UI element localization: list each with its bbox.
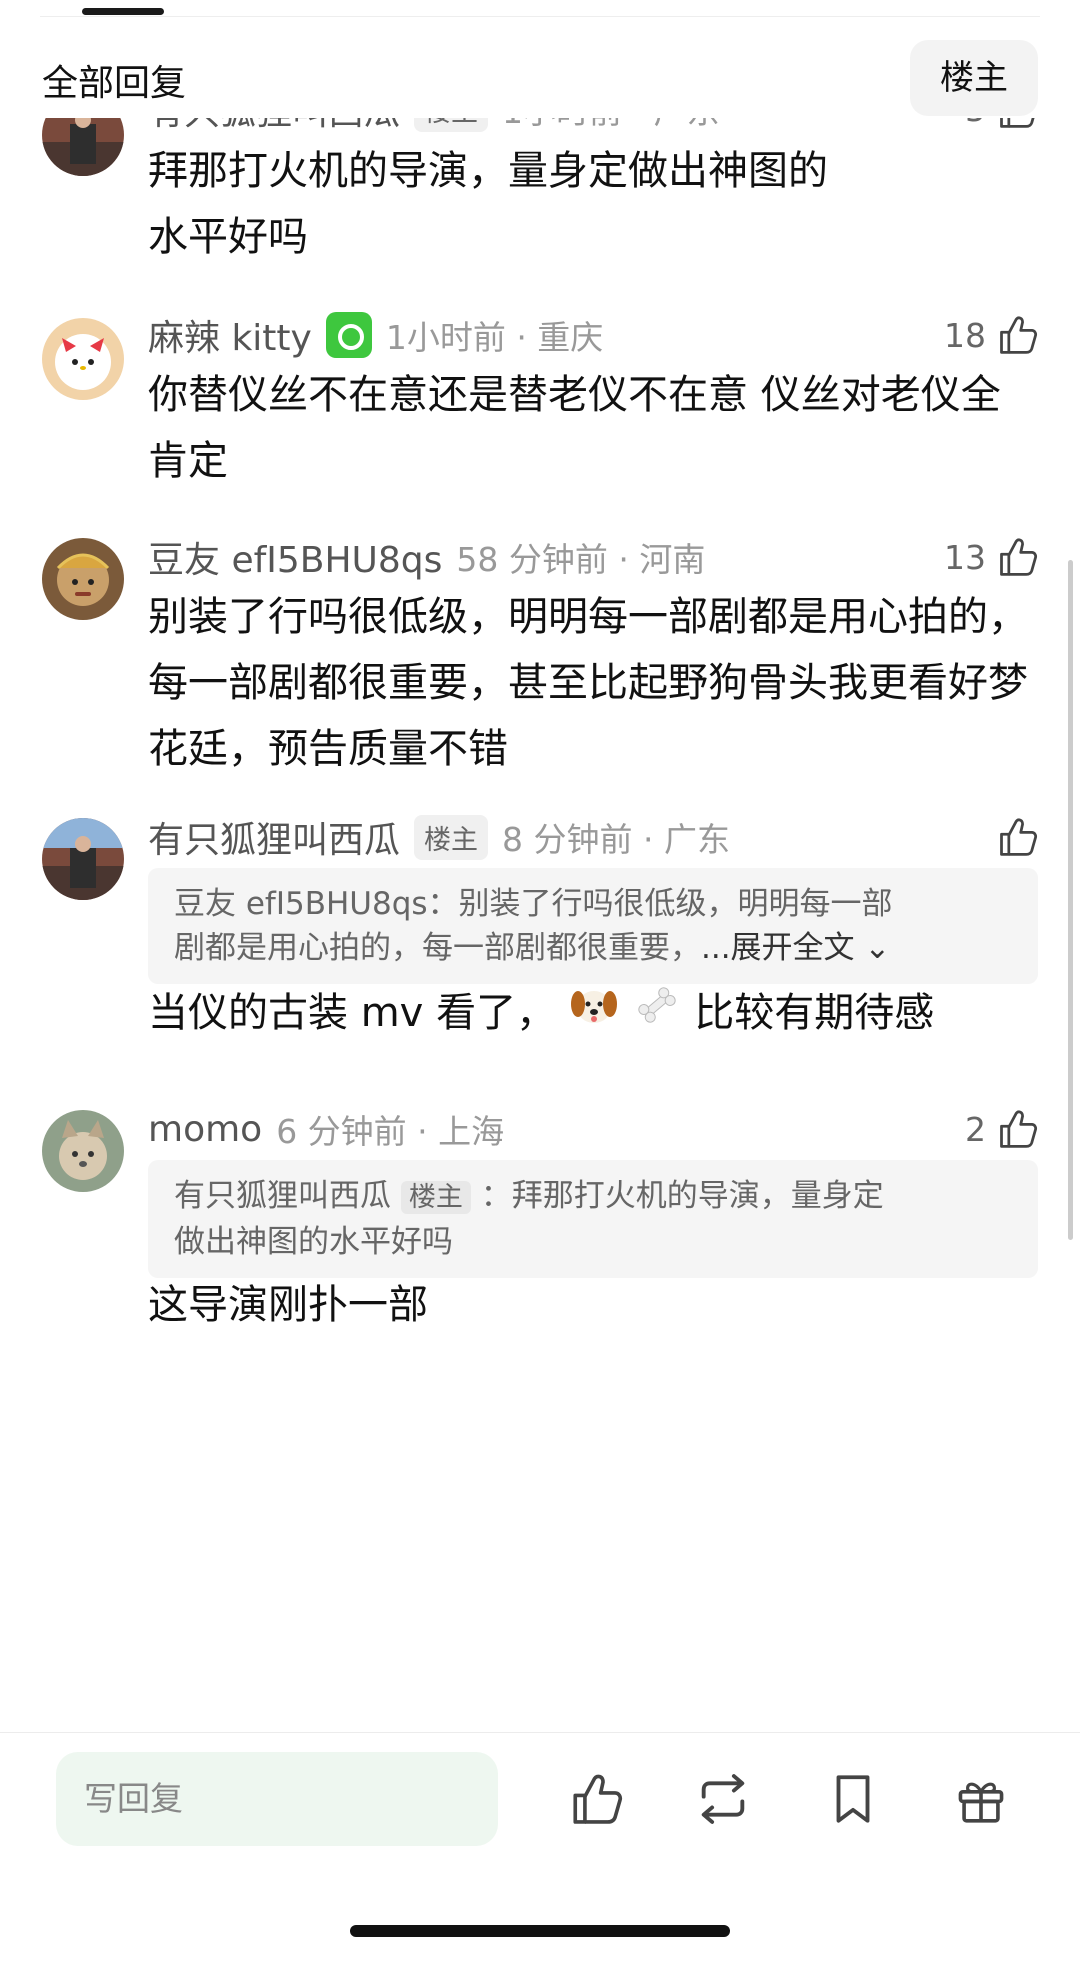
quote-line-2: 做出神图的水平好吗 bbox=[174, 1220, 1012, 1264]
comment-text: 这导演刚扑一部 bbox=[148, 1282, 428, 1328]
expand-full-text-link[interactable]: ...展开全文 ⌄ bbox=[701, 930, 890, 966]
comment-meta: 有只狐狸叫西瓜 楼主 1小时前 · 广东 bbox=[148, 118, 719, 134]
thumbs-up-icon bbox=[996, 535, 1040, 579]
quote-author: 豆友 efI5BHU8qs： bbox=[174, 886, 459, 922]
quote-author: 有只狐狸叫西瓜 bbox=[174, 1178, 391, 1214]
quote-text-line1: ：拜那打火机的导演，量身定 bbox=[480, 1178, 884, 1214]
avatar[interactable] bbox=[42, 538, 124, 620]
comment-time-location: 1小时前 · 重庆 bbox=[385, 318, 604, 357]
comment-meta: 豆友 efI5BHU8qs 58 分钟前 · 河南 bbox=[148, 532, 705, 582]
comment-item: 有只狐狸叫西瓜 楼主 1小时前 · 广东 5 拜那打火机的导演，量身定做出神图的… bbox=[0, 118, 1080, 264]
comment-meta: momo 6 分钟前 · 上海 bbox=[148, 1104, 504, 1154]
quote-line-1: 豆友 efI5BHU8qs：别装了行吗很低级，明明每一部 bbox=[174, 882, 1012, 926]
comment-text: 当仪的古装 mv 看了， 比较有期待感 bbox=[148, 980, 1028, 1048]
like-button[interactable]: 2 bbox=[965, 1104, 1040, 1154]
quoted-reply[interactable]: 豆友 efI5BHU8qs：别装了行吗很低级，明明每一部 剧都是用心拍的，每一部… bbox=[148, 868, 1038, 984]
bone-emoji-icon bbox=[632, 982, 682, 1048]
quote-line-1: 有只狐狸叫西瓜 楼主 ：拜那打火机的导演，量身定 bbox=[174, 1174, 1012, 1220]
username[interactable]: momo bbox=[148, 1109, 262, 1150]
comment-meta: 有只狐狸叫西瓜 楼主 8 分钟前 · 广东 bbox=[148, 812, 730, 862]
thumbs-up-icon bbox=[996, 313, 1040, 357]
comment-text-after: 比较有期待感 bbox=[694, 990, 935, 1036]
bookmark-icon[interactable] bbox=[824, 1770, 882, 1828]
quoted-reply[interactable]: 有只狐狸叫西瓜 楼主 ：拜那打火机的导演，量身定 做出神图的水平好吗 bbox=[148, 1160, 1038, 1278]
like-count: 2 bbox=[965, 1109, 986, 1149]
comment-time-location: 1小时前 · 广东 bbox=[502, 118, 719, 133]
gift-icon[interactable] bbox=[952, 1770, 1010, 1828]
host-only-filter-button[interactable]: 楼主 bbox=[910, 40, 1038, 116]
thumbs-up-icon bbox=[996, 1107, 1040, 1151]
host-badge: 楼主 bbox=[414, 814, 489, 860]
repost-icon[interactable] bbox=[694, 1770, 752, 1828]
comment-item: 麻辣 kitty 1小时前 · 重庆 18 你替仪丝不在意还是替老仪不在意 仪丝… bbox=[0, 310, 1080, 510]
username[interactable]: 有只狐狸叫西瓜 bbox=[148, 811, 400, 863]
like-count: 13 bbox=[944, 537, 986, 577]
quote-text-line2: 剧都是用心拍的，每一部剧都很重要， bbox=[174, 930, 701, 966]
quote-text-line1: 别装了行吗很低级，明明每一部 bbox=[458, 886, 893, 922]
avatar[interactable] bbox=[42, 818, 124, 900]
expand-label: ...展开全文 bbox=[701, 930, 855, 966]
comment-text-before: 当仪的古装 mv 看了， bbox=[148, 990, 557, 1036]
comment-item: 豆友 efI5BHU8qs 58 分钟前 · 河南 13 别装了行吗很低级，明明… bbox=[0, 532, 1080, 792]
avatar[interactable] bbox=[42, 118, 124, 176]
top-divider bbox=[40, 16, 1040, 17]
thumbs-up-icon bbox=[996, 815, 1040, 859]
host-badge: 楼主 bbox=[414, 118, 489, 132]
comment-text: 别装了行吗很低级，明明每一部剧都是用心拍的，每一部剧都很重要，甚至比起野狗骨头我… bbox=[148, 594, 1028, 772]
comment-list[interactable]: 有只狐狸叫西瓜 楼主 1小时前 · 广东 5 拜那打火机的导演，量身定做出神图的… bbox=[0, 118, 1080, 1732]
username[interactable]: 麻辣 kitty bbox=[148, 309, 312, 361]
thumbs-up-icon bbox=[996, 118, 1040, 131]
comment-meta: 麻辣 kitty 1小时前 · 重庆 bbox=[148, 310, 603, 360]
like-count: 5 bbox=[965, 118, 986, 129]
like-button[interactable]: 18 bbox=[944, 310, 1040, 360]
home-indicator bbox=[350, 1925, 730, 1937]
reply-input[interactable]: 写回复 bbox=[56, 1752, 498, 1846]
like-button[interactable]: 5 bbox=[965, 118, 1040, 134]
reply-header: 全部回复 楼主 bbox=[0, 36, 1080, 120]
avatar[interactable] bbox=[42, 1110, 124, 1192]
host-badge: 楼主 bbox=[400, 1181, 471, 1214]
comment-text: 拜那打火机的导演，量身定做出神图的水平好吗 bbox=[148, 148, 828, 260]
like-count: 18 bbox=[944, 315, 986, 355]
quote-text-line2: 做出神图的水平好吗 bbox=[174, 1224, 453, 1260]
comment-time-location: 8 分钟前 · 广东 bbox=[502, 820, 730, 859]
comment-item: momo 6 分钟前 · 上海 2 有只狐狸叫西瓜 楼主 ：拜那打火机的导演，量… bbox=[0, 1104, 1080, 1364]
like-button[interactable] bbox=[986, 812, 1040, 862]
avatar[interactable] bbox=[42, 318, 124, 400]
dog-face-emoji-icon bbox=[569, 982, 619, 1048]
like-icon[interactable] bbox=[568, 1770, 626, 1828]
username[interactable]: 有只狐狸叫西瓜 bbox=[148, 118, 400, 135]
chevron-down-icon: ⌄ bbox=[864, 930, 891, 966]
member-badge-icon bbox=[325, 312, 372, 358]
bottom-divider bbox=[0, 1732, 1080, 1733]
scrollbar[interactable] bbox=[1068, 560, 1073, 1240]
username[interactable]: 豆友 efI5BHU8qs bbox=[148, 531, 442, 583]
comment-time-location: 6 分钟前 · 上海 bbox=[276, 1112, 505, 1151]
top-drag-indicator bbox=[82, 8, 164, 15]
like-button[interactable]: 13 bbox=[944, 532, 1040, 582]
quote-line-2: 剧都是用心拍的，每一部剧都很重要，...展开全文 ⌄ bbox=[174, 926, 1012, 970]
comment-time-location: 58 分钟前 · 河南 bbox=[456, 540, 706, 579]
page-title: 全部回复 bbox=[42, 63, 187, 104]
comment-item: 有只狐狸叫西瓜 楼主 8 分钟前 · 广东 豆友 efI5BHU8qs：别装了行… bbox=[0, 812, 1080, 1072]
comment-text: 你替仪丝不在意还是替老仪不在意 仪丝对老仪全肯定 bbox=[148, 372, 1001, 484]
